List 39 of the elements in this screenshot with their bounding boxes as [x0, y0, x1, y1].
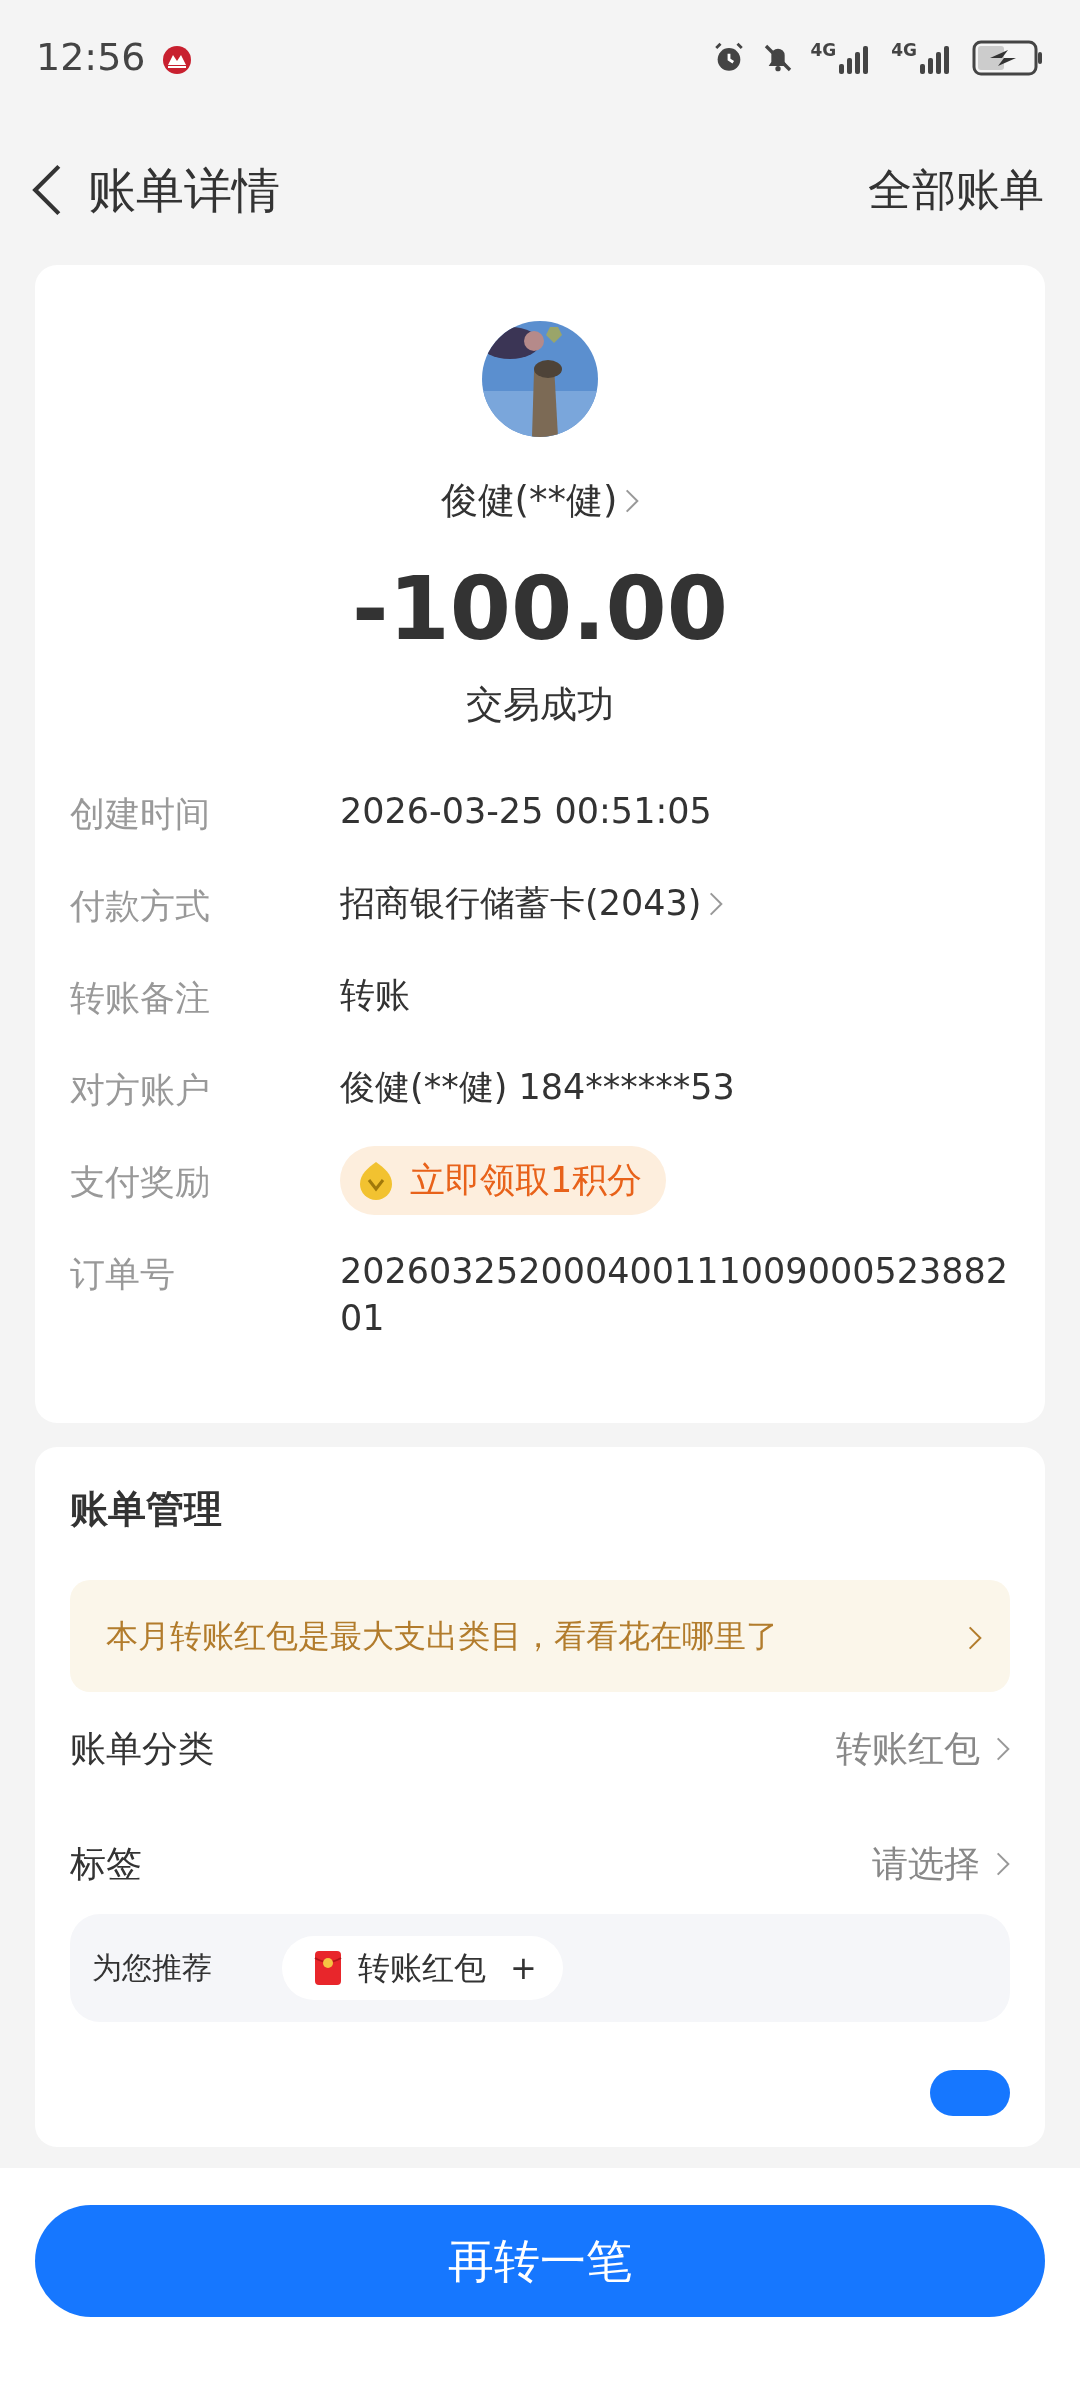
chevron-right-icon: [625, 488, 640, 513]
detail-label: 创建时间: [70, 793, 211, 836]
envelope-icon: [314, 1949, 342, 1986]
reward-button[interactable]: 立即领取1积分: [340, 1146, 667, 1215]
detail-label: 订单号: [70, 1253, 176, 1296]
detail-value: 20260325200040011100900052388201: [340, 1250, 1010, 1341]
transaction-status: 交易成功: [465, 681, 615, 728]
detail-value-link[interactable]: 招商银行储蓄卡(2043): [340, 880, 702, 928]
row-value[interactable]: 转账红包: [836, 1722, 980, 1776]
network-label: 4G: [810, 41, 837, 59]
row-label: 标签: [70, 1842, 142, 1886]
amount: -100.00: [350, 564, 730, 653]
detail-label: 支付奖励: [70, 1161, 211, 1204]
bank-logo-icon: [161, 44, 192, 75]
chevron-right-icon: [709, 891, 724, 916]
battery-charging-icon: [972, 39, 1044, 76]
all-bills-link[interactable]: 全部账单: [868, 157, 1044, 223]
coin-icon: [358, 1160, 394, 1201]
row-value[interactable]: 请选择: [872, 1837, 980, 1891]
detail-label: 转账备注: [70, 977, 211, 1020]
recommend-label: 为您推荐: [92, 1949, 213, 1987]
detail-value: 2026-03-25 00:51:05: [340, 790, 712, 833]
insight-banner[interactable]: 本月转账红包是最大支出类目，看看花在哪里了: [70, 1579, 1010, 1692]
toggle-switch[interactable]: [930, 2069, 1010, 2116]
chevron-right-icon: [996, 1737, 1010, 1761]
chevron-right-icon: [968, 1625, 982, 1650]
tag-chip[interactable]: 转账红包 +: [282, 1935, 563, 2000]
status-time: 12:56: [36, 34, 146, 81]
detail-value: 转账: [340, 974, 410, 1017]
detail-value: 俊健(**健) 184******53: [340, 1066, 735, 1109]
detail-label: 付款方式: [70, 885, 211, 928]
section-title: 账单管理: [70, 1485, 223, 1533]
row-label: 账单分类: [70, 1727, 214, 1771]
transfer-again-button[interactable]: 再转一笔: [35, 2205, 1045, 2317]
chevron-right-icon: [996, 1852, 1010, 1876]
page-title: 账单详情: [88, 161, 280, 220]
payee-name[interactable]: 俊健(**健): [440, 473, 618, 529]
network-label: 4G: [891, 41, 917, 59]
detail-label: 对方账户: [70, 1069, 211, 1112]
